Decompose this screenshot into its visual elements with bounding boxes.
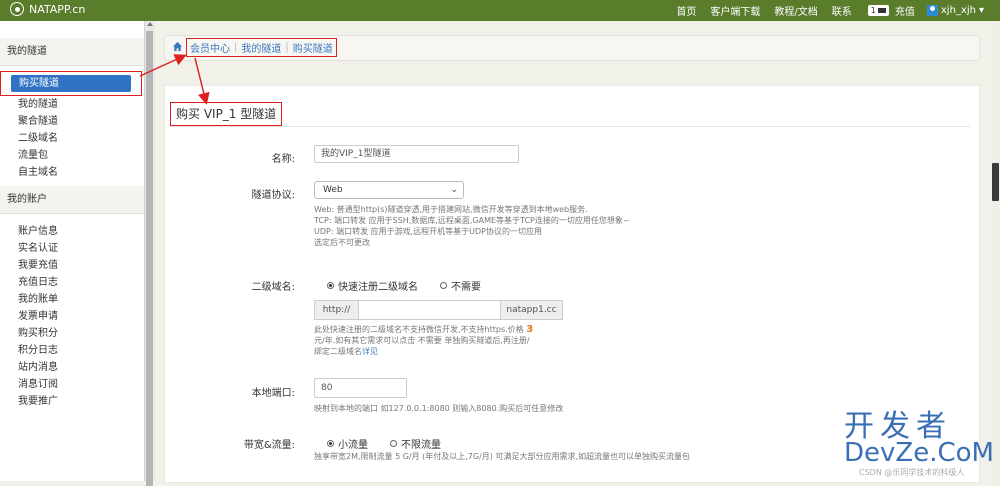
subdomain-option-quick[interactable]: 快速注册二级域名 bbox=[327, 278, 418, 293]
sidebar-item-recharge[interactable]: 我要充值 bbox=[0, 257, 144, 274]
breadcrumb-buy-tunnel[interactable]: 购买隧道 bbox=[293, 40, 333, 55]
local-port-help: 映射到本地的端口 如127.0.0.1:8080 则输入8080.购买后可任意修… bbox=[314, 404, 564, 413]
breadcrumb: 会员中心 | 我的隧道 | 购买隧道 bbox=[164, 35, 980, 61]
sidebar-item-bills[interactable]: 我的账单 bbox=[0, 291, 144, 308]
home-icon[interactable] bbox=[172, 41, 183, 52]
nav-menu: 首页 客户端下载 教程/文档 联系 1 充值 xjh_xjh ▾ bbox=[662, 3, 984, 18]
brand-logo-icon bbox=[10, 2, 24, 16]
username: xjh_xjh bbox=[940, 5, 976, 16]
sidebar: 我的隧道 购买隧道 我的隧道 聚合隧道 二级域名 流量包 自主域名 我的账户 账… bbox=[0, 21, 145, 481]
sidebar-section-tunnels[interactable]: 我的隧道 bbox=[0, 38, 144, 66]
protocol-help-note: 选定后不可更改 bbox=[314, 238, 370, 247]
sidebar-tunnel-list: 购买隧道 我的隧道 聚合隧道 二级域名 流量包 自主域名 bbox=[0, 66, 144, 186]
subdomain-label: 二级域名: bbox=[251, 282, 295, 293]
scrollbar-thumb[interactable] bbox=[146, 31, 153, 486]
protocol-help-tcp: TCP: 端口转发 应用于SSH,数据库,远程桌面,GAME等基于TCP连接的一… bbox=[314, 216, 630, 225]
subdomain-details-link[interactable]: 详见 bbox=[362, 347, 378, 356]
nav-docs[interactable]: 教程/文档 bbox=[774, 3, 817, 18]
radio-unchecked-icon[interactable] bbox=[440, 282, 447, 289]
watermark-source: CSDN @乐同学技术的科级人 bbox=[859, 468, 965, 477]
annotation-box-sidebar: 购买隧道 bbox=[0, 71, 142, 96]
radio-unchecked-icon[interactable] bbox=[390, 440, 397, 447]
bandwidth-option-unlimited[interactable]: 不限流量 bbox=[390, 436, 441, 451]
protocol-select[interactable]: Web ⌄ bbox=[314, 181, 464, 199]
title-divider bbox=[170, 126, 970, 127]
subdomain-help-line2: 元/年.如有其它需求可以点击 不需要 单独购买隧道后,再注册/ bbox=[314, 336, 530, 345]
subdomain-input[interactable] bbox=[358, 300, 501, 320]
scroll-up-icon[interactable] bbox=[147, 22, 153, 26]
balance-count: 1 bbox=[870, 6, 876, 15]
annotation-box-breadcrumb: 会员中心 | 我的隧道 | 购买隧道 bbox=[186, 38, 337, 57]
sidebar-item-traffic-pack[interactable]: 流量包 bbox=[0, 147, 144, 164]
nav-contact[interactable]: 联系 bbox=[832, 3, 852, 18]
bandwidth-radio-group: 小流量 不限流量 bbox=[327, 436, 463, 451]
brand-name: NATAPP.cn bbox=[29, 2, 86, 16]
subdomain-option-none-label: 不需要 bbox=[451, 282, 481, 293]
watermark-en: DevZe.CoM bbox=[844, 438, 994, 468]
top-navbar: NATAPP.cn 首页 客户端下载 教程/文档 联系 1 充值 xjh_xjh… bbox=[0, 0, 1000, 21]
sidebar-account-list: 账户信息 实名认证 我要充值 充值日志 我的账单 发票申请 购买积分 积分日志 … bbox=[0, 214, 144, 415]
sidebar-item-buy-tunnel[interactable]: 购买隧道 bbox=[11, 75, 131, 92]
protocol-help-udp: UDP: 端口转发 应用于游戏,远程开机等基于UDP协议的一切应用 bbox=[314, 227, 543, 236]
subdomain-radio-group: 快速注册二级域名 不需要 bbox=[327, 278, 503, 293]
bandwidth-help: 独享带宽2M,限制流量 5 G/月 (年付及以上,7G/月) 可满足大部分应用需… bbox=[314, 452, 690, 461]
sidebar-item-account-info[interactable]: 账户信息 bbox=[0, 223, 144, 240]
radio-checked-icon[interactable] bbox=[327, 282, 334, 289]
scrollbar-thumb[interactable] bbox=[992, 163, 999, 201]
name-input[interactable]: 我的VIP_1型隧道 bbox=[314, 145, 519, 163]
bandwidth-option-small-label: 小流量 bbox=[338, 440, 368, 451]
breadcrumb-member-center[interactable]: 会员中心 bbox=[190, 40, 230, 55]
subdomain-help: 此处快速注册的二级域名不支持微信开发,不支持https.价格 3 元/年.如有其… bbox=[314, 324, 533, 357]
sidebar-item-buy-points[interactable]: 购买积分 bbox=[0, 325, 144, 342]
user-icon bbox=[926, 5, 938, 16]
sidebar-item-my-tunnels[interactable]: 我的隧道 bbox=[0, 96, 144, 113]
sidebar-item-verification[interactable]: 实名认证 bbox=[0, 240, 144, 257]
sidebar-item-referral[interactable]: 我要推广 bbox=[0, 393, 144, 410]
protocol-value: Web bbox=[323, 185, 343, 195]
nav-recharge[interactable]: 充值 bbox=[895, 3, 915, 18]
name-label: 名称: bbox=[271, 154, 295, 165]
sidebar-scrollbar[interactable] bbox=[144, 21, 155, 486]
local-port-label: 本地端口: bbox=[251, 388, 295, 399]
sidebar-item-recharge-log[interactable]: 充值日志 bbox=[0, 274, 144, 291]
sidebar-item-custom-domain[interactable]: 自主域名 bbox=[0, 164, 144, 181]
breadcrumb-my-tunnels[interactable]: 我的隧道 bbox=[241, 40, 281, 55]
page-title: 购买 VIP_1 型隧道 bbox=[170, 102, 283, 126]
bandwidth-label: 带宽&流量: bbox=[243, 440, 295, 451]
chevron-down-icon: ⌄ bbox=[450, 185, 458, 195]
sidebar-section-account[interactable]: 我的账户 bbox=[0, 186, 144, 214]
sidebar-item-subdomain[interactable]: 二级域名 bbox=[0, 130, 144, 147]
subdomain-prefix: http:// bbox=[314, 300, 359, 320]
sidebar-item-points-log[interactable]: 积分日志 bbox=[0, 342, 144, 359]
subdomain-help-line3: 绑定二级域名 bbox=[314, 347, 362, 356]
subdomain-help-line1: 此处快速注册的二级域名不支持微信开发,不支持https.价格 bbox=[314, 325, 524, 334]
local-port-input[interactable]: 80 bbox=[314, 378, 407, 398]
subdomain-price: 3 bbox=[526, 324, 534, 335]
balance-badge[interactable]: 1 bbox=[867, 5, 889, 16]
protocol-help: Web: 普通型http(s)隧道穿透,用于搭建网站,微信开发等穿透到本地web… bbox=[314, 204, 630, 248]
bandwidth-option-unlimited-label: 不限流量 bbox=[401, 440, 441, 451]
nav-home[interactable]: 首页 bbox=[676, 3, 696, 18]
sidebar-item-messages[interactable]: 站内消息 bbox=[0, 359, 144, 376]
watermark: 开发者 DevZe.CoM bbox=[844, 410, 994, 468]
sidebar-item-aggregate-tunnels[interactable]: 聚合隧道 bbox=[0, 113, 144, 130]
radio-checked-icon[interactable] bbox=[327, 440, 334, 447]
sidebar-item-invoice[interactable]: 发票申请 bbox=[0, 308, 144, 325]
protocol-label: 隧道协议: bbox=[251, 190, 295, 201]
card-icon bbox=[877, 8, 886, 13]
user-menu[interactable]: xjh_xjh ▾ bbox=[926, 5, 984, 16]
caret-down-icon: ▾ bbox=[978, 5, 984, 16]
nav-client-download[interactable]: 客户端下载 bbox=[710, 3, 760, 18]
subdomain-option-quick-label: 快速注册二级域名 bbox=[338, 282, 418, 293]
bandwidth-option-small[interactable]: 小流量 bbox=[327, 436, 368, 451]
breadcrumb-separator: | bbox=[285, 42, 289, 53]
protocol-help-web: Web: 普通型http(s)隧道穿透,用于搭建网站,微信开发等穿透到本地web… bbox=[314, 205, 588, 214]
subdomain-suffix: natapp1.cc bbox=[500, 300, 563, 320]
brand[interactable]: NATAPP.cn bbox=[10, 2, 85, 16]
sidebar-item-subscriptions[interactable]: 消息订阅 bbox=[0, 376, 144, 393]
subdomain-option-none[interactable]: 不需要 bbox=[440, 278, 481, 293]
breadcrumb-separator: | bbox=[234, 42, 238, 53]
